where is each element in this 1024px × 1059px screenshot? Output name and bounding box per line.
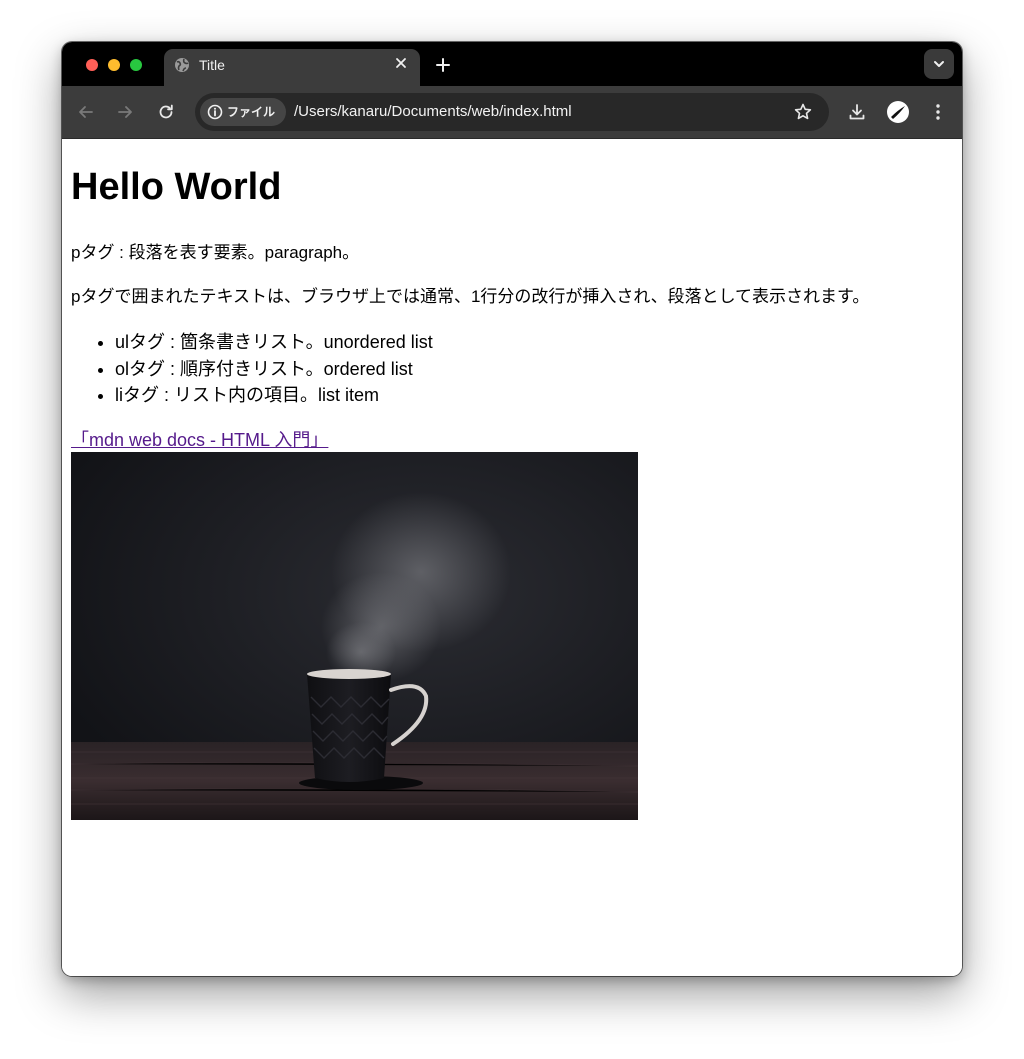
site-info-chip[interactable]: ファイル <box>200 98 286 126</box>
forward-arrow-icon[interactable] <box>115 102 135 122</box>
new-tab-icon[interactable] <box>434 56 452 74</box>
mdn-link[interactable]: 「mdn web docs - HTML 入門」 <box>71 429 328 451</box>
list-item: olタグ : 順序付きリスト。ordered list <box>98 356 433 383</box>
chevron-down-icon <box>934 61 944 67</box>
reload-icon[interactable] <box>156 102 176 122</box>
back-arrow-icon[interactable] <box>76 102 96 122</box>
tab-close-icon[interactable] <box>394 56 408 70</box>
bookmark-star-icon[interactable] <box>793 102 813 122</box>
tab-title: Title <box>199 57 225 73</box>
more-menu-icon[interactable] <box>928 102 948 122</box>
window-maximize-button[interactable] <box>130 59 142 71</box>
site-chip-label: ファイル <box>227 105 276 119</box>
coffee-cup-photo <box>71 452 638 820</box>
list-item: ulタグ : 箇条書きリスト。unordered list <box>98 329 433 356</box>
tab-bar: Title <box>62 42 962 86</box>
window-minimize-button[interactable] <box>108 59 120 71</box>
browser-window: Title ファイル /Users/kanaru/Documents/web/i… <box>62 42 962 976</box>
tab-active[interactable]: Title <box>164 49 420 86</box>
download-icon[interactable] <box>847 102 867 122</box>
address-bar[interactable]: ファイル /Users/kanaru/Documents/web/index.h… <box>195 93 829 131</box>
window-close-button[interactable] <box>86 59 98 71</box>
list-item: liタグ : リスト内の項目。list item <box>98 382 433 409</box>
globe-icon <box>174 57 190 73</box>
page-content: Hello World pタグ : 段落を表す要素。paragraph。 pタグ… <box>62 139 962 976</box>
bullet-list: ulタグ : 箇条書きリスト。unordered list olタグ : 順序付… <box>98 329 433 409</box>
paragraph-1: pタグ : 段落を表す要素。paragraph。 <box>71 243 360 262</box>
browser-toolbar: ファイル /Users/kanaru/Documents/web/index.h… <box>62 86 962 139</box>
url-text[interactable]: /Users/kanaru/Documents/web/index.html <box>294 103 572 121</box>
page-heading: Hello World <box>71 166 282 208</box>
profile-avatar-icon[interactable] <box>886 100 910 124</box>
info-icon <box>207 104 223 120</box>
tab-search-button[interactable] <box>924 49 954 79</box>
paragraph-2: pタグで囲まれたテキストは、ブラウザ上では通常、1行分の改行が挿入され、段落とし… <box>71 287 870 306</box>
